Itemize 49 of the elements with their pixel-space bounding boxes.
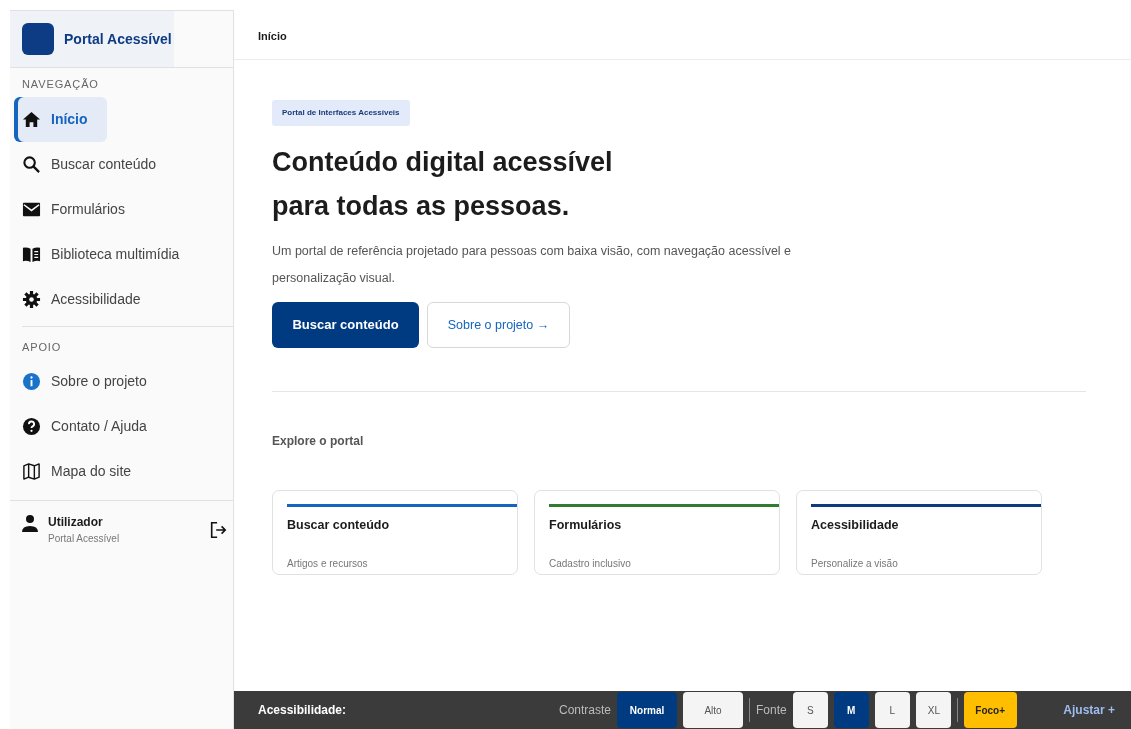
breadcrumb: Início (234, 10, 1131, 60)
section-heading: APOIO (21, 339, 63, 355)
card-subtitle: Artigos e recursos (287, 557, 369, 571)
sidebar-item[interactable]: Contato / Ajuda (10, 404, 225, 449)
user-name: Utilizador (48, 514, 104, 531)
hero-title: para todas as pessoas. (272, 190, 571, 223)
option-label: Contraste (559, 702, 612, 719)
card-title: Acessibilidade (811, 517, 900, 534)
option-button[interactable]: XL (915, 692, 951, 728)
option-button[interactable]: S (792, 692, 828, 728)
settings-icon (22, 289, 41, 309)
option-button[interactable]: Alto (683, 692, 744, 728)
avatar-icon (22, 513, 38, 533)
sidebar-item[interactable]: Início (14, 96, 107, 142)
card-title: Buscar conteúdo (287, 517, 391, 534)
sidebar-item[interactable]: Buscar conteúdo (10, 141, 225, 187)
user-subtitle: Portal Acessível (48, 532, 121, 546)
toolbar-title: Acessibilidade: (258, 702, 348, 719)
sidebar-item[interactable]: Sobre o projeto (10, 359, 225, 404)
adjust-link[interactable]: Ajustar + (1057, 700, 1121, 720)
help-icon (22, 417, 41, 436)
sidebar-item[interactable]: Mapa do site (10, 449, 225, 494)
card-subtitle: Personalize a visão (811, 557, 899, 571)
card-title: Formulários (549, 517, 623, 534)
option-button[interactable]: Normal (617, 692, 678, 728)
search-button[interactable]: Buscar conteúdo (272, 302, 419, 348)
portal-card[interactable]: Buscar conteúdo Artigos e recursos (272, 490, 518, 575)
portal-card[interactable]: Formulários Cadastro inclusivo (534, 490, 780, 575)
about-button[interactable]: Sobre o projeto → (427, 302, 570, 348)
option-button[interactable]: L (874, 692, 910, 728)
option-label: Fonte (756, 702, 787, 719)
home-icon (22, 109, 41, 129)
sidebar-item[interactable]: Acessibilidade (10, 276, 225, 322)
portal-card[interactable]: Acessibilidade Personalize a visão (796, 490, 1042, 575)
hero-description: Um portal de referência projetado para pessoas com baixa visão, com navegação acessível e personalização visual. (272, 243, 793, 287)
section-title: Explore o portal (272, 433, 365, 450)
info-icon (22, 372, 41, 391)
hero-title: Conteúdo digital acessível (272, 146, 614, 179)
map-icon (22, 462, 41, 481)
option-button[interactable]: M (833, 692, 869, 728)
logo-icon (22, 23, 54, 55)
focus-toggle[interactable]: Foco+ (963, 692, 1017, 728)
sidebar-item[interactable]: Biblioteca multimídia (10, 231, 225, 277)
hero-tag: Portal de Interfaces Acessíveis (272, 100, 410, 126)
section-heading: NAVEGAÇÃO (21, 77, 100, 92)
card-subtitle: Cadastro inclusivo (549, 557, 632, 571)
brand-name: Portal Acessível (64, 29, 172, 49)
search-icon (22, 154, 41, 174)
sidebar-item[interactable]: Formulários (10, 186, 225, 232)
